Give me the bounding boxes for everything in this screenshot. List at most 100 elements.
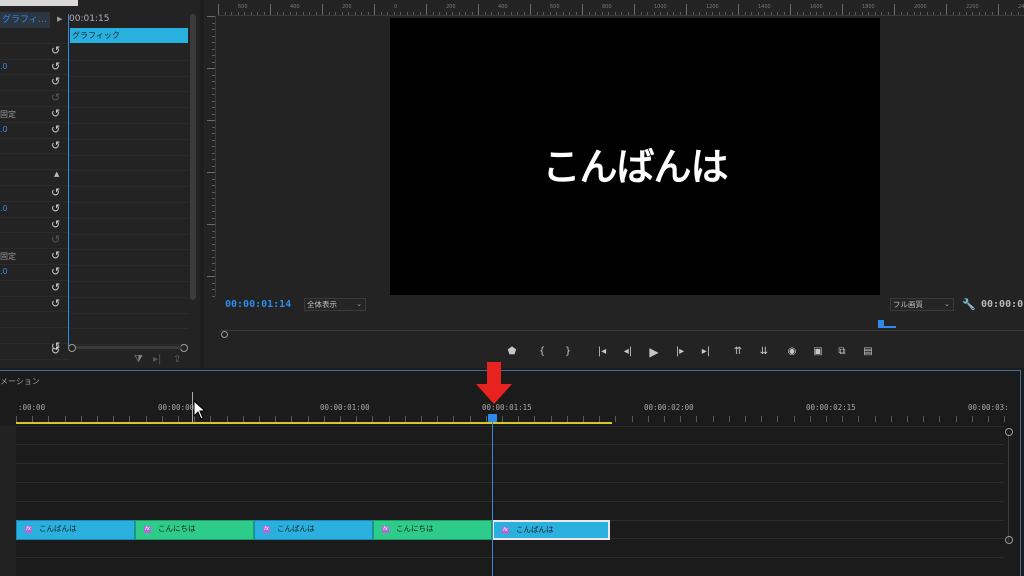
- property-value[interactable]: .0: [0, 204, 8, 213]
- effect-property-row[interactable]: .0 ↺: [0, 265, 70, 281]
- property-value[interactable]: .0: [0, 125, 8, 134]
- property-value[interactable]: .0: [0, 267, 8, 276]
- graphic-clip[interactable]: fx こんにちは: [135, 520, 254, 540]
- reset-icon[interactable]: ↺: [51, 107, 60, 121]
- playback-quality-dropdown[interactable]: フル画質 ⌄: [890, 298, 954, 311]
- effect-property-row[interactable]: ↺: [0, 139, 70, 155]
- graphic-clip[interactable]: fx こんばんは: [254, 520, 373, 540]
- graphic-clip[interactable]: fx こんばんは: [492, 520, 610, 540]
- marker-icon[interactable]: ⬟: [504, 344, 520, 360]
- effect-controls-playhead[interactable]: [68, 14, 69, 346]
- timeline-playhead-line[interactable]: [492, 420, 493, 576]
- frame-title-text[interactable]: こんばんは: [390, 136, 880, 191]
- effect-property-row[interactable]: ↺: [0, 91, 70, 107]
- play-icon[interactable]: ▶: [646, 344, 662, 360]
- reset-icon[interactable]: ↺: [51, 297, 60, 311]
- wrench-icon[interactable]: 🔧: [962, 298, 976, 311]
- step-fwd-icon[interactable]: |▸: [672, 344, 688, 360]
- reset-icon[interactable]: ↺: [51, 123, 60, 137]
- ruler-tick: [868, 12, 869, 15]
- ripple-icon[interactable]: ▸|: [153, 354, 161, 365]
- reset-icon[interactable]: ↺: [51, 341, 61, 352]
- effect-property-row[interactable]: ↺: [0, 75, 70, 92]
- play-only-clip-icon[interactable]: ▶: [57, 15, 62, 23]
- effect-property-row[interactable]: [0, 312, 70, 329]
- timeline-v-scrollbar[interactable]: [1008, 434, 1009, 542]
- out-icon[interactable]: }: [560, 344, 576, 360]
- effect-property-row[interactable]: 固定 ↺: [0, 249, 70, 265]
- go-in-icon[interactable]: |◂: [594, 344, 610, 360]
- panel-tab-strip[interactable]: [0, 0, 78, 6]
- reset-icon[interactable]: ↺: [51, 218, 60, 232]
- effect-property-row[interactable]: ↺: [0, 297, 70, 313]
- effect-property-row[interactable]: 固定 ↺: [0, 107, 70, 123]
- fx-badge-icon[interactable]: fx: [382, 526, 389, 533]
- effect-property-row[interactable]: .0 ↺: [0, 123, 70, 139]
- work-area-bar[interactable]: [16, 422, 612, 424]
- fx-badge-icon[interactable]: fx: [25, 526, 32, 533]
- scrub-zoom-handle[interactable]: [221, 331, 228, 338]
- step-back-icon[interactable]: ◂|: [620, 344, 636, 360]
- program-video-frame[interactable]: こんばんは: [390, 18, 880, 295]
- program-scrub-bar[interactable]: [220, 330, 1024, 331]
- ruler-tick: [207, 68, 215, 69]
- zoom-handle-left[interactable]: [68, 344, 76, 352]
- fx-badge-icon[interactable]: fx: [144, 526, 151, 533]
- filter-icon[interactable]: ⧩: [134, 354, 143, 365]
- timeline-playhead-handle[interactable]: [488, 414, 497, 422]
- collapse-icon[interactable]: ▲: [54, 170, 59, 178]
- effect-property-row[interactable]: ↺: [0, 281, 70, 297]
- scroll-handle-top[interactable]: [1005, 428, 1013, 436]
- effect-property-row[interactable]: ↺: [0, 186, 70, 202]
- reset-icon[interactable]: ↺: [51, 139, 60, 153]
- reset-icon[interactable]: ↺: [51, 60, 60, 74]
- graphic-clip[interactable]: fx こんばんは: [16, 520, 135, 540]
- reset-icon[interactable]: ↺: [51, 281, 60, 295]
- effect-property-row[interactable]: [0, 28, 70, 44]
- graphic-clip[interactable]: fx こんにちは: [373, 520, 492, 540]
- ruler-tick: [861, 12, 863, 15]
- reset-icon[interactable]: ↺: [51, 186, 60, 200]
- go-out-icon[interactable]: ▸|: [698, 344, 714, 360]
- multi-cam-icon[interactable]: ▤: [860, 344, 876, 360]
- trim-icon[interactable]: ⧉: [834, 344, 850, 360]
- fx-badge-icon[interactable]: fx: [502, 527, 509, 534]
- timeline-time-ruler[interactable]: :00:00 00:00:00 00:00:01:00 00:00:01:15 00:0…: [16, 398, 1020, 422]
- reset-icon[interactable]: ↺: [51, 44, 60, 58]
- track-header-column[interactable]: [0, 426, 16, 576]
- ruler-tick: [212, 48, 215, 50]
- timeline-tracks[interactable]: [0, 426, 1004, 576]
- graphic-clip-bar[interactable]: グラフィック: [70, 28, 188, 43]
- in-icon[interactable]: {: [534, 344, 550, 360]
- effect-keyframe-area[interactable]: [70, 44, 188, 346]
- reset-icon[interactable]: ↺: [51, 202, 60, 216]
- reset-icon[interactable]: ↺: [51, 233, 60, 247]
- clip-name-dropdown[interactable]: グラフィ…: [0, 12, 50, 28]
- effect-controls-scrollbar[interactable]: [190, 14, 196, 300]
- reset-icon[interactable]: ↺: [51, 265, 60, 279]
- extract-icon[interactable]: ⇊: [756, 344, 772, 360]
- scroll-handle-bottom[interactable]: [1005, 536, 1013, 544]
- reset-icon[interactable]: ↺: [51, 249, 60, 263]
- fx-badge-icon[interactable]: fx: [263, 526, 270, 533]
- reset-icon[interactable]: ↺: [51, 75, 60, 89]
- effect-controls-h-scroll[interactable]: [76, 346, 182, 349]
- effect-property-row[interactable]: ↺: [0, 233, 70, 250]
- reset-icon[interactable]: ↺: [51, 91, 60, 105]
- zoom-level-dropdown[interactable]: 全体表示 ⌄: [304, 298, 366, 311]
- timeline-sequence-title[interactable]: メーション: [0, 376, 40, 387]
- program-timecode[interactable]: 00:00:01:14: [225, 299, 291, 310]
- effect-property-row[interactable]: .0 ↺: [0, 60, 70, 76]
- ruler-tick: [686, 4, 687, 15]
- effect-property-row[interactable]: .0 ↺: [0, 202, 70, 218]
- export-icon[interactable]: ⇪: [173, 354, 181, 365]
- effect-property-row[interactable]: ↺: [0, 218, 70, 234]
- effect-property-row[interactable]: ▲: [0, 170, 70, 186]
- comparison-icon[interactable]: ▣: [810, 344, 826, 360]
- effect-property-row[interactable]: [0, 154, 70, 171]
- export-frame-icon[interactable]: ◉: [784, 344, 800, 360]
- mini-playhead[interactable]: [876, 320, 896, 328]
- property-value[interactable]: .0: [0, 62, 8, 71]
- lift-icon[interactable]: ⇈: [730, 344, 746, 360]
- effect-property-row[interactable]: ↺: [0, 44, 70, 60]
